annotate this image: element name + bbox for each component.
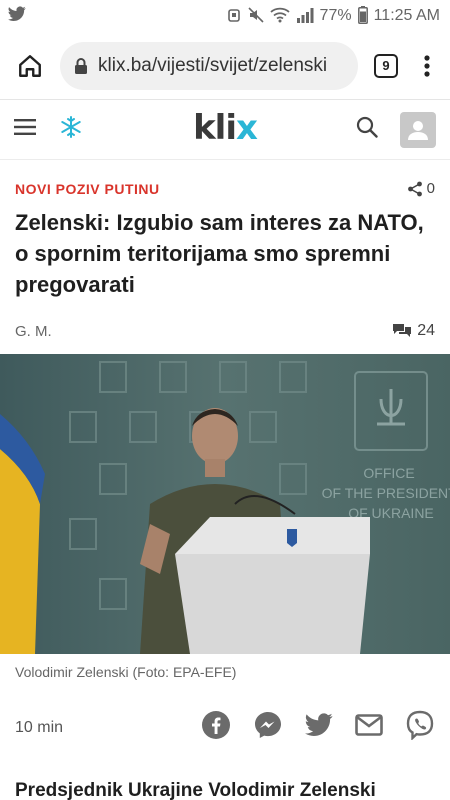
clock: 11:25 AM	[373, 7, 440, 24]
site-header: klix	[0, 100, 450, 160]
user-icon	[408, 120, 428, 140]
read-time: 10 min	[15, 718, 64, 736]
tab-switcher-button[interactable]: 9	[368, 46, 404, 86]
browser-menu-button[interactable]	[414, 46, 440, 86]
article-photo[interactable]: OFFICE OF THE PRESIDENT OF UKRAINE	[0, 354, 450, 654]
battery-icon	[357, 5, 368, 27]
comments-icon	[393, 324, 412, 337]
hamburger-menu-icon[interactable]	[14, 118, 36, 141]
browser-toolbar: klix.ba/vijesti/svijet/zelenski 9	[0, 32, 450, 100]
signal-icon	[296, 7, 314, 26]
wifi-icon	[269, 7, 290, 26]
url-text: klix.ba/vijesti/svijet/zelenski	[98, 54, 328, 76]
address-bar[interactable]: klix.ba/vijesti/svijet/zelenski	[60, 41, 358, 90]
user-avatar-button[interactable]	[400, 111, 436, 148]
comment-count: 24	[417, 322, 435, 339]
alarm-icon	[226, 7, 242, 26]
home-icon	[19, 54, 41, 77]
messenger-icon[interactable]	[253, 710, 283, 745]
tab-count: 9	[374, 53, 398, 78]
author[interactable]: G. M.	[15, 323, 52, 340]
twitter-share-icon[interactable]	[305, 713, 333, 742]
comments-button[interactable]: 24	[393, 322, 435, 340]
email-icon[interactable]	[355, 714, 383, 741]
article-category[interactable]: NOVI POZIV PUTINU	[15, 181, 160, 197]
facebook-icon[interactable]	[201, 710, 231, 745]
viber-icon[interactable]	[405, 710, 435, 745]
share-count: 0	[426, 180, 435, 197]
status-bar: 77% 11:25 AM	[0, 0, 450, 32]
share-bar: 10 min	[0, 710, 450, 745]
site-logo[interactable]: klix	[193, 108, 258, 148]
home-button[interactable]	[10, 46, 50, 86]
photo-caption: Volodimir Zelenski (Foto: EPA-EFE)	[15, 664, 237, 680]
share-count-button[interactable]: 0	[407, 180, 435, 197]
search-icon[interactable]	[356, 116, 378, 143]
article-header: NOVI POZIV PUTINU 0 Zelenski: Izgubio sa…	[0, 180, 450, 340]
battery-percent: 77%	[319, 7, 352, 24]
more-vert-icon	[424, 54, 430, 77]
snowflake-icon[interactable]	[60, 116, 82, 143]
share-icon	[407, 181, 422, 196]
article-lead: Predsjednik Ukrajine Volodimir Zelenski …	[15, 780, 376, 800]
article-title: Zelenski: Izgubio sam interes za NATO, o…	[15, 210, 424, 297]
twitter-icon	[8, 5, 26, 27]
mute-icon	[247, 6, 264, 26]
lock-icon	[75, 57, 87, 74]
